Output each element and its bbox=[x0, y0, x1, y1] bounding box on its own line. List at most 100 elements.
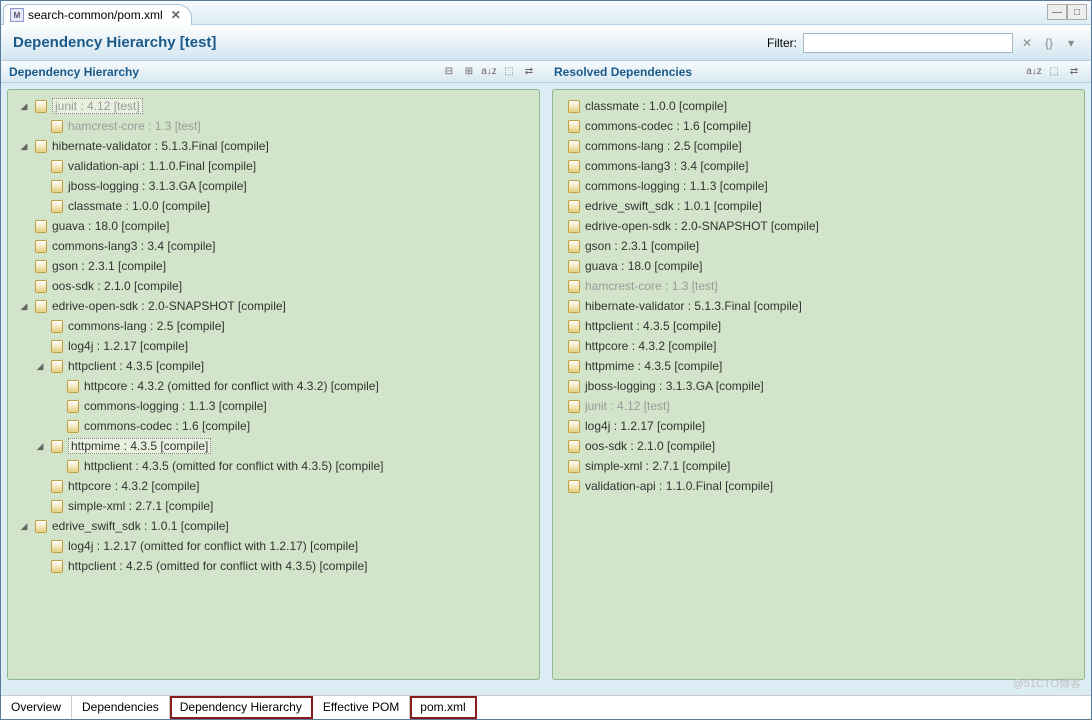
braces-icon[interactable]: {} bbox=[1041, 35, 1057, 51]
tree-row[interactable]: ◢ edrive_swift_sdk : 1.0.1 [compile] bbox=[14, 516, 533, 536]
tree-row[interactable]: log4j : 1.2.17 (omitted for conflict wit… bbox=[14, 536, 533, 556]
tree-row[interactable]: hamcrest-core : 1.3 [test] bbox=[14, 116, 533, 136]
panel-tool-button[interactable]: ⊞ bbox=[460, 63, 478, 81]
dependency-label: httpclient : 4.3.5 [compile] bbox=[68, 359, 204, 373]
list-item[interactable]: commons-codec : 1.6 [compile] bbox=[559, 116, 1078, 136]
list-item[interactable]: gson : 2.3.1 [compile] bbox=[559, 236, 1078, 256]
dependency-label: httpclient : 4.2.5 (omitted for conflict… bbox=[68, 559, 367, 573]
list-item[interactable]: jboss-logging : 3.1.3.GA [compile] bbox=[559, 376, 1078, 396]
twisty-icon[interactable]: ◢ bbox=[34, 361, 46, 372]
tree-row[interactable]: commons-lang : 2.5 [compile] bbox=[14, 316, 533, 336]
tree-row[interactable]: ◢ hibernate-validator : 5.1.3.Final [comp… bbox=[14, 136, 533, 156]
dropdown-icon[interactable]: ▾ bbox=[1063, 35, 1079, 51]
hierarchy-tree[interactable]: ◢junit : 4.12 [test] hamcrest-core : 1.3 … bbox=[7, 89, 540, 680]
dependency-label: commons-logging : 1.1.3 [compile] bbox=[84, 399, 267, 413]
list-item[interactable]: httpclient : 4.3.5 [compile] bbox=[559, 316, 1078, 336]
bottom-tab[interactable]: Overview bbox=[1, 696, 72, 719]
tree-row[interactable]: oos-sdk : 2.1.0 [compile] bbox=[14, 276, 533, 296]
tree-row[interactable]: httpcore : 4.3.2 [compile] bbox=[14, 476, 533, 496]
dependency-label: httpcore : 4.3.2 [compile] bbox=[585, 339, 716, 353]
jar-icon bbox=[50, 319, 64, 333]
bottom-tab[interactable]: Dependency Hierarchy bbox=[170, 696, 313, 719]
tree-row[interactable]: ◢httpmime : 4.3.5 [compile] bbox=[14, 436, 533, 456]
bottom-tab[interactable]: Effective POM bbox=[313, 696, 410, 719]
tree-row[interactable]: commons-lang3 : 3.4 [compile] bbox=[14, 236, 533, 256]
dependency-label: oos-sdk : 2.1.0 [compile] bbox=[52, 279, 182, 293]
twisty-icon[interactable]: ◢ bbox=[18, 141, 30, 152]
panel-tool-button[interactable]: ⊟ bbox=[440, 63, 458, 81]
jar-icon bbox=[34, 139, 48, 153]
tree-row[interactable]: ◢edrive-open-sdk : 2.0-SNAPSHOT [compile… bbox=[14, 296, 533, 316]
clear-filter-icon[interactable]: ✕ bbox=[1019, 35, 1035, 51]
resolved-panel: Resolved Dependencies a↓z⬚⇄ classmate : … bbox=[546, 61, 1091, 686]
tree-row[interactable]: commons-codec : 1.6 [compile] bbox=[14, 416, 533, 436]
filter-label: Filter: bbox=[767, 36, 797, 50]
dependency-label: oos-sdk : 2.1.0 [compile] bbox=[585, 439, 715, 453]
panel-tool-button[interactable]: a↓z bbox=[480, 63, 498, 81]
dependency-label: log4j : 1.2.17 [compile] bbox=[68, 339, 188, 353]
file-tab[interactable]: M search-common/pom.xml ✕ bbox=[3, 4, 192, 25]
filter-input[interactable] bbox=[803, 33, 1013, 53]
tree-row[interactable]: httpclient : 4.2.5 (omitted for conflict… bbox=[14, 556, 533, 576]
list-item[interactable]: commons-lang : 2.5 [compile] bbox=[559, 136, 1078, 156]
dependency-label: commons-codec : 1.6 [compile] bbox=[84, 419, 250, 433]
dependency-label: hibernate-validator : 5.1.3.Final [compi… bbox=[52, 139, 269, 153]
jar-icon bbox=[567, 219, 581, 233]
list-item[interactable]: validation-api : 1.1.0.Final [compile] bbox=[559, 476, 1078, 496]
bottom-tab[interactable]: pom.xml bbox=[410, 696, 476, 719]
tree-row[interactable]: httpcore : 4.3.2 (omitted for conflict w… bbox=[14, 376, 533, 396]
bottom-tab[interactable]: Dependencies bbox=[72, 696, 170, 719]
tree-row[interactable]: ◢ httpclient : 4.3.5 [compile] bbox=[14, 356, 533, 376]
dependency-label: gson : 2.3.1 [compile] bbox=[52, 259, 166, 273]
resolved-panel-title: Resolved Dependencies bbox=[554, 65, 692, 79]
list-item[interactable]: oos-sdk : 2.1.0 [compile] bbox=[559, 436, 1078, 456]
tree-row[interactable]: classmate : 1.0.0 [compile] bbox=[14, 196, 533, 216]
list-item[interactable]: classmate : 1.0.0 [compile] bbox=[559, 96, 1078, 116]
tree-row[interactable]: guava : 18.0 [compile] bbox=[14, 216, 533, 236]
panel-tool-button[interactable]: a↓z bbox=[1025, 63, 1043, 81]
panel-tool-button[interactable]: ⇄ bbox=[520, 63, 538, 81]
tree-row[interactable]: commons-logging : 1.1.3 [compile] bbox=[14, 396, 533, 416]
close-icon[interactable]: ✕ bbox=[171, 8, 181, 22]
list-item[interactable]: httpmime : 4.3.5 [compile] bbox=[559, 356, 1078, 376]
resolved-list[interactable]: classmate : 1.0.0 [compile] commons-codec… bbox=[552, 89, 1085, 680]
twisty-icon[interactable]: ◢ bbox=[18, 101, 30, 112]
twisty-icon[interactable]: ◢ bbox=[18, 521, 30, 532]
dependency-label: hamcrest-core : 1.3 [test] bbox=[68, 119, 201, 133]
tree-row[interactable]: httpclient : 4.3.5 (omitted for conflict… bbox=[14, 456, 533, 476]
dependency-label: httpclient : 4.3.5 (omitted for conflict… bbox=[84, 459, 383, 473]
minimize-button[interactable]: — bbox=[1047, 4, 1067, 20]
dependency-label: simple-xml : 2.7.1 [compile] bbox=[68, 499, 213, 513]
twisty-icon[interactable]: ◢ bbox=[34, 441, 46, 452]
maximize-button[interactable]: □ bbox=[1067, 4, 1087, 20]
dependency-label: edrive_swift_sdk : 1.0.1 [compile] bbox=[52, 519, 229, 533]
list-item[interactable]: commons-lang3 : 3.4 [compile] bbox=[559, 156, 1078, 176]
list-item[interactable]: httpcore : 4.3.2 [compile] bbox=[559, 336, 1078, 356]
list-item[interactable]: commons-logging : 1.1.3 [compile] bbox=[559, 176, 1078, 196]
list-item[interactable]: hamcrest-core : 1.3 [test] bbox=[559, 276, 1078, 296]
dependency-label: hamcrest-core : 1.3 [test] bbox=[585, 279, 718, 293]
tree-row[interactable]: gson : 2.3.1 [compile] bbox=[14, 256, 533, 276]
tree-row[interactable]: ◢junit : 4.12 [test] bbox=[14, 96, 533, 116]
dependency-label: edrive-open-sdk : 2.0-SNAPSHOT [compile] bbox=[585, 219, 819, 233]
list-item[interactable]: simple-xml : 2.7.1 [compile] bbox=[559, 456, 1078, 476]
jar-icon bbox=[34, 239, 48, 253]
jar-icon bbox=[567, 159, 581, 173]
list-item[interactable]: guava : 18.0 [compile] bbox=[559, 256, 1078, 276]
tree-row[interactable]: simple-xml : 2.7.1 [compile] bbox=[14, 496, 533, 516]
list-item[interactable]: junit : 4.12 [test] bbox=[559, 396, 1078, 416]
panel-tool-button[interactable]: ⬚ bbox=[500, 63, 518, 81]
list-item[interactable]: log4j : 1.2.17 [compile] bbox=[559, 416, 1078, 436]
jar-icon bbox=[50, 179, 64, 193]
tree-row[interactable]: log4j : 1.2.17 [compile] bbox=[14, 336, 533, 356]
dependency-label: commons-codec : 1.6 [compile] bbox=[585, 119, 751, 133]
tree-row[interactable]: validation-api : 1.1.0.Final [compile] bbox=[14, 156, 533, 176]
list-item[interactable]: edrive_swift_sdk : 1.0.1 [compile] bbox=[559, 196, 1078, 216]
jar-icon bbox=[567, 379, 581, 393]
panel-tool-button[interactable]: ⬚ bbox=[1045, 63, 1063, 81]
tree-row[interactable]: jboss-logging : 3.1.3.GA [compile] bbox=[14, 176, 533, 196]
list-item[interactable]: edrive-open-sdk : 2.0-SNAPSHOT [compile] bbox=[559, 216, 1078, 236]
panel-tool-button[interactable]: ⇄ bbox=[1065, 63, 1083, 81]
twisty-icon[interactable]: ◢ bbox=[18, 301, 30, 312]
list-item[interactable]: hibernate-validator : 5.1.3.Final [compi… bbox=[559, 296, 1078, 316]
